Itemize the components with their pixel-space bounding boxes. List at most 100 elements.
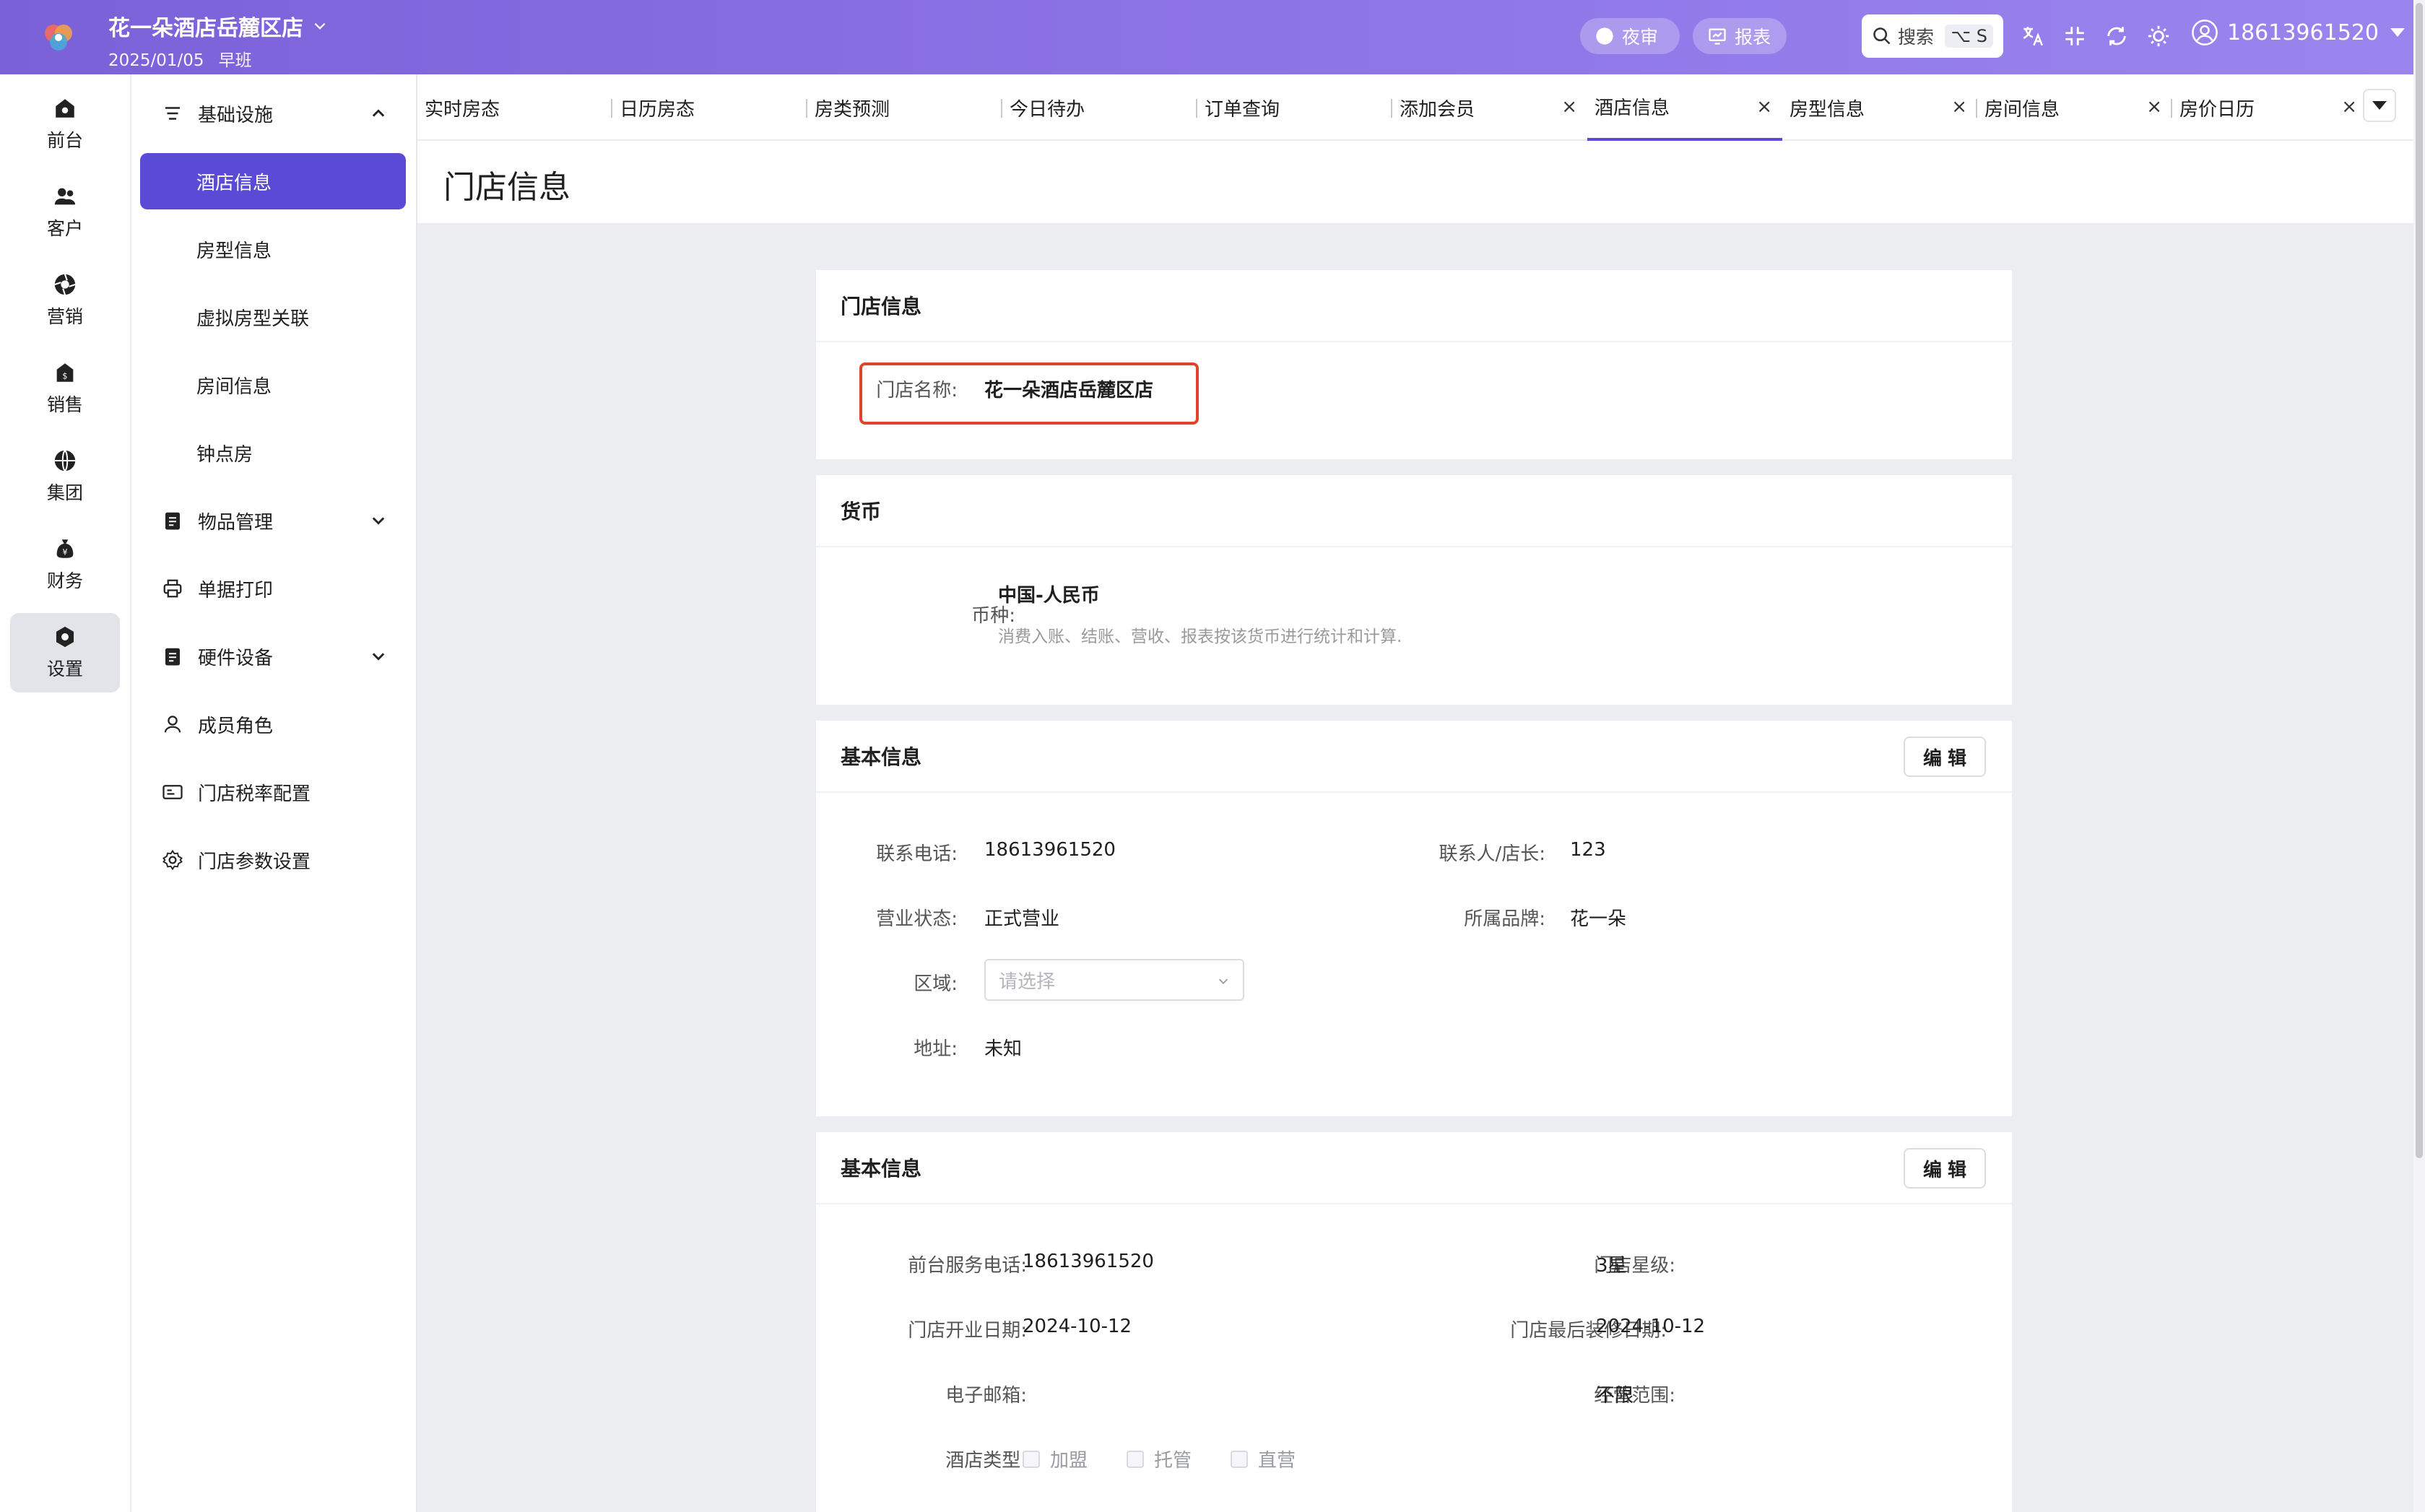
home-icon: [56, 99, 74, 118]
list-icon: [165, 107, 180, 120]
settings-submenu: 基础设施 酒店信息 房型信息 虚拟房型关联 房间信息 钟点房 物品管理 单据打印…: [131, 74, 417, 1512]
rail-item-marketing[interactable]: 营销: [10, 261, 120, 340]
rail-item-sales[interactable]: $ 销售: [10, 349, 120, 428]
hotel-switcher[interactable]: 花一朵酒店岳麓区店: [108, 10, 328, 42]
global-search[interactable]: 搜索 ⌥ S: [1862, 14, 2003, 58]
svg-text:$: $: [62, 371, 67, 381]
rail-item-finance[interactable]: ¥ 财务: [10, 525, 120, 604]
email-label: 电子邮箱:: [845, 1381, 1027, 1407]
tab-room-type-info[interactable]: 房型信息 ×: [1782, 74, 1977, 141]
card-title: 门店信息: [816, 270, 2012, 342]
hotel-type-franchise-checkbox[interactable]: 加盟: [1023, 1446, 1088, 1472]
night-audit-button[interactable]: 夜审: [1580, 18, 1680, 54]
money-bag-icon: ¥: [56, 539, 74, 558]
page-tabs: 实时房态 日历房态 房类预测 今日待办 订单查询 添加会员 × 酒店信息 × 房…: [417, 74, 2413, 141]
tabs-overflow-button[interactable]: [2363, 89, 2396, 122]
tab-room-info[interactable]: 房间信息 ×: [1976, 74, 2172, 141]
submenu-item-tax[interactable]: 门店税率配置: [131, 763, 417, 821]
tab-add-member[interactable]: 添加会员 ×: [1391, 74, 1587, 141]
edit-button[interactable]: 编辑: [1904, 737, 1986, 777]
tab-realtime-room-status[interactable]: 实时房态: [417, 74, 612, 141]
chevron-down-icon: [372, 653, 385, 661]
rail-label: 销售: [46, 394, 83, 415]
page-scrollbar[interactable]: [2413, 0, 2425, 1512]
rail-item-group[interactable]: 集团: [10, 437, 120, 516]
tab-today-todo[interactable]: 今日待办: [1001, 74, 1197, 141]
shift-info: 2025/01/05 早班: [108, 46, 252, 71]
scope-value: 不限: [1596, 1385, 1634, 1407]
hotel-type-managed-checkbox[interactable]: 托管: [1127, 1446, 1192, 1472]
theme-button[interactable]: [2146, 24, 2171, 48]
brand-logo-icon[interactable]: [38, 16, 81, 59]
label-text: 电子邮箱:: [945, 1385, 1027, 1407]
tab-label: 房类预测: [815, 98, 890, 121]
card-title-text: 基本信息: [841, 1157, 922, 1181]
rail-label: 设置: [46, 659, 83, 679]
user-menu[interactable]: 18613961520: [2191, 19, 2405, 46]
search-shortcut: ⌥ S: [1945, 25, 1993, 48]
submenu-label: 房型信息: [196, 240, 272, 262]
submenu-label: 基础设施: [198, 104, 274, 126]
sales-icon: $: [56, 363, 74, 382]
report-button[interactable]: 报表: [1693, 18, 1787, 54]
tab-price-calendar[interactable]: 房价日历 ×: [2171, 74, 2367, 141]
username: 18613961520: [2227, 19, 2379, 45]
phone-label: 联系电话:: [845, 839, 958, 865]
refresh-button[interactable]: [2104, 24, 2129, 48]
tab-calendar-room-status[interactable]: 日历房态: [611, 74, 807, 141]
tab-separator: [806, 99, 807, 118]
star-label: 门店星级:: [1394, 1251, 1675, 1277]
region-select[interactable]: 请选择: [984, 959, 1244, 1001]
tab-label: 房价日历: [2179, 98, 2255, 121]
rail-item-settings[interactable]: 设置: [10, 613, 120, 692]
close-icon[interactable]: ×: [1756, 96, 1772, 118]
close-icon[interactable]: ×: [1951, 96, 1967, 118]
submenu-item-room-type-info[interactable]: 房型信息: [140, 221, 406, 277]
checkbox-label: 直营: [1258, 1450, 1296, 1472]
submenu-item-roles[interactable]: 成员角色: [131, 695, 417, 753]
report-label: 报表: [1735, 27, 1771, 48]
submenu-item-hourly-room[interactable]: 钟点房: [140, 425, 406, 481]
submenu-label: 虚拟房型关联: [196, 308, 310, 330]
address-value: 未知: [984, 1038, 1023, 1060]
close-icon[interactable]: ×: [1561, 96, 1577, 118]
tab-label: 酒店信息: [1595, 97, 1670, 119]
rail-item-customers[interactable]: 客户: [10, 173, 120, 252]
submenu-item-room-info[interactable]: 房间信息: [140, 357, 406, 413]
user-icon: [164, 716, 181, 733]
submenu-group-hardware[interactable]: 硬件设备: [131, 627, 417, 685]
submenu-item-print[interactable]: 单据打印: [131, 560, 417, 617]
close-icon[interactable]: ×: [2146, 96, 2162, 118]
rail-label: 集团: [46, 482, 83, 503]
translate-button[interactable]: [2021, 24, 2045, 48]
tab-separator: [611, 99, 612, 118]
scrollbar-thumb[interactable]: [2416, 3, 2423, 1158]
tab-label: 房间信息: [1984, 98, 2060, 121]
tab-separator: [1196, 99, 1197, 118]
submenu-item-hotel-info[interactable]: 酒店信息: [140, 153, 406, 209]
rail-item-front-desk[interactable]: 前台: [10, 84, 120, 164]
submenu-item-virtual-room-type[interactable]: 虚拟房型关联: [140, 289, 406, 345]
front-phone-label: 前台服务电话:: [845, 1251, 1027, 1277]
chevron-down-icon: [1218, 978, 1228, 984]
submenu-label: 单据打印: [198, 579, 274, 601]
submenu-group-infrastructure[interactable]: 基础设施: [131, 84, 417, 142]
label-text: 营业状态:: [876, 908, 958, 930]
submenu-label: 钟点房: [196, 443, 253, 466]
edit-button[interactable]: 编辑: [1904, 1148, 1986, 1189]
submenu-group-items[interactable]: 物品管理: [131, 492, 417, 549]
tab-hotel-info[interactable]: 酒店信息 ×: [1587, 74, 1782, 141]
hotel-type-direct-checkbox[interactable]: 直营: [1231, 1446, 1296, 1472]
submenu-label: 门店参数设置: [198, 851, 311, 873]
tab-room-forecast[interactable]: 房类预测: [806, 74, 1002, 141]
card-title-text: 门店信息: [841, 295, 922, 318]
submenu-item-params[interactable]: 门店参数设置: [131, 831, 417, 889]
close-icon[interactable]: ×: [2341, 96, 2357, 118]
fullscreen-button[interactable]: [2062, 24, 2087, 48]
chevron-down-icon: [314, 22, 326, 30]
submenu-label: 成员角色: [198, 715, 274, 737]
tab-order-query[interactable]: 订单查询: [1196, 74, 1392, 141]
label-text: 所属品牌:: [1464, 908, 1545, 930]
tab-label: 订单查询: [1205, 98, 1280, 121]
checkbox-box: [1231, 1450, 1248, 1468]
